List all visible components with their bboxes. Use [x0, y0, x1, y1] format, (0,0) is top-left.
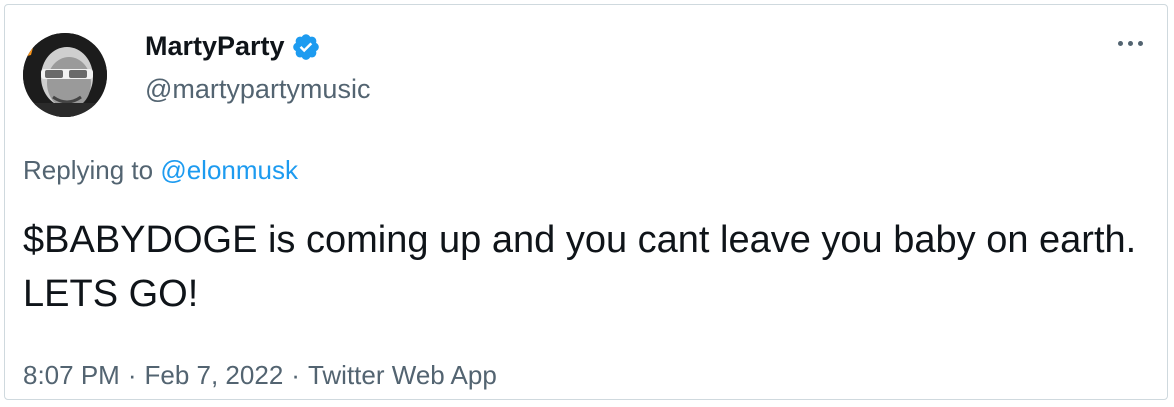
verified-badge-icon	[291, 32, 321, 62]
separator-dot: ·	[127, 360, 137, 390]
author-display-name[interactable]: MartyParty	[145, 31, 285, 62]
replying-to-line: Replying to @elonmusk	[23, 155, 298, 186]
tweet-source[interactable]: Twitter Web App	[308, 360, 497, 391]
replying-to-link[interactable]: @elonmusk	[160, 155, 298, 185]
tweet-date[interactable]: Feb 7, 2022	[145, 360, 284, 391]
separator-dot: ·	[291, 360, 300, 390]
tweet-metadata: 8:07 PM · Feb 7, 2022 · Twitter Web App	[23, 360, 497, 391]
avatar[interactable]	[23, 33, 107, 117]
replying-prefix: Replying to	[23, 155, 154, 185]
tweet-text: $BABYDOGE is coming up and you cant leav…	[23, 219, 1137, 315]
author-row: MartyParty	[145, 31, 321, 62]
tweet-time[interactable]: 8:07 PM	[23, 360, 120, 391]
author-handle[interactable]: @martypartymusic	[145, 74, 370, 105]
more-options-icon[interactable]	[1116, 35, 1145, 52]
tweet-card: MartyParty @martypartymusic Replying to …	[4, 4, 1168, 400]
bald-man-with-glasses-avatar-icon	[23, 33, 107, 117]
